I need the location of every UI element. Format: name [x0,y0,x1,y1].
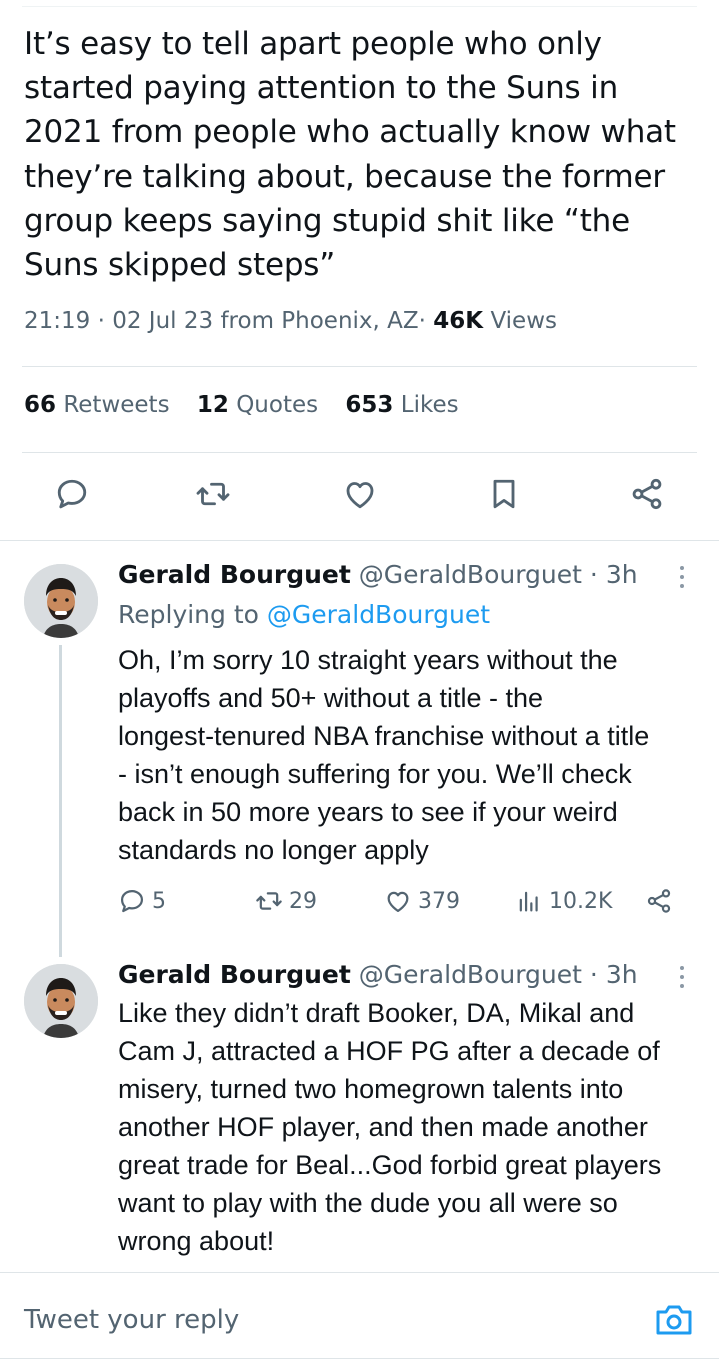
actions-divider [0,540,719,541]
author-name[interactable]: Gerald Bourguet [118,960,351,989]
avatar-icon [24,964,98,1038]
tweet-action-bar [0,470,719,518]
like-button[interactable] [336,470,384,518]
tweet-date[interactable]: 02 Jul 23 [112,308,213,334]
retweets-stat[interactable]: 66 Retweets [24,392,170,418]
like-count: 379 [418,888,460,914]
reply-icon [120,889,144,913]
dot [680,966,684,970]
bottom-divider [0,1358,719,1359]
views-count[interactable]: 46K [433,308,483,334]
views-label[interactable]: Views [490,308,557,334]
author-handle[interactable]: @GeraldBourguet [359,560,582,589]
retweet-icon [196,482,230,506]
avatar[interactable] [24,564,98,638]
reply-share-button[interactable] [645,887,673,915]
dot [680,575,684,579]
bookmark-button[interactable] [480,470,528,518]
reply-input[interactable]: Tweet your reply [24,1305,239,1335]
reply-icon [57,479,87,509]
composer-divider [0,1272,719,1273]
reply-action-bar: 5 29 379 10.2K [0,887,719,923]
views-count: 10.2K [549,888,613,914]
more-options-button[interactable] [670,562,694,592]
meta-divider [22,366,697,367]
share-icon [632,478,662,510]
more-options-button[interactable] [670,962,694,992]
reply-header: Gerald Bourguet @GeraldBourguet · 3h [118,960,638,989]
tweet-meta: 21:19 · 02 Jul 23 from Phoenix, AZ· 46K … [24,308,557,334]
quotes-stat[interactable]: 12 Quotes [197,392,318,418]
author-name[interactable]: Gerald Bourguet [118,560,351,589]
dot [680,984,684,988]
like-icon [346,482,374,509]
dot [680,584,684,588]
meta-separator: · [97,308,105,334]
reply-button[interactable] [48,470,96,518]
meta-separator-2: · [418,308,426,334]
tweet-text: It’s easy to tell apart people who only … [24,26,676,284]
share-icon [647,889,671,913]
reply-count: 5 [152,888,166,914]
reply-text: Oh, I’m sorry 10 straight years without … [118,645,650,865]
views-icon [519,891,538,912]
avatar-icon [24,564,98,638]
bookmark-icon [493,479,515,509]
top-divider [22,6,697,7]
dot [680,975,684,979]
replying-to-link[interactable]: @GeraldBourguet [267,600,490,629]
retweet-button[interactable] [189,470,237,518]
replying-prefix: Replying to [118,600,267,629]
reply-views-button[interactable]: 10.2K [515,887,612,915]
camera-button[interactable] [654,1302,694,1338]
camera-icon [656,1305,692,1335]
post-age: · 3h [589,960,638,989]
replying-to: Replying to @GeraldBourguet [118,600,490,629]
dot [680,566,684,570]
post-age: · 3h [589,560,638,589]
reply-reply-button[interactable]: 5 [118,887,166,915]
tweet-time[interactable]: 21:19 [24,308,90,334]
share-button[interactable] [623,470,671,518]
stats-divider [22,452,697,453]
like-icon [387,891,409,913]
reply-header: Gerald Bourguet @GeraldBourguet · 3h [118,560,638,589]
likes-stat[interactable]: 653 Likes [345,392,458,418]
reply-retweet-button[interactable]: 29 [255,887,317,915]
retweet-icon [256,892,282,910]
tweet-location: from Phoenix, AZ [220,308,419,334]
retweet-count: 29 [289,888,317,914]
author-handle[interactable]: @GeraldBourguet [359,960,582,989]
reply-like-button[interactable]: 379 [384,887,460,915]
avatar[interactable] [24,964,98,1038]
engagement-stats: 66 Retweets 12 Quotes 653 Likes [24,392,479,418]
reply-text: Like they didn’t draft Booker, DA, Mikal… [118,998,662,1256]
